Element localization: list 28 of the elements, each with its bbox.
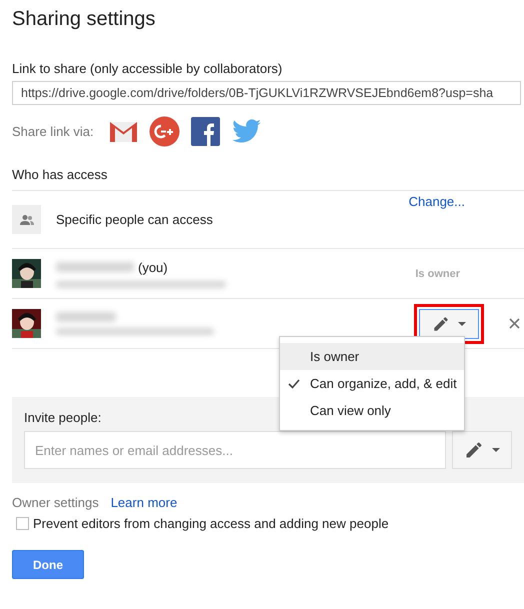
owner-settings-label: Owner settings [12,495,99,510]
caret-icon [492,448,500,452]
change-link[interactable]: Change... [408,194,465,209]
checkbox-label: Prevent editors from changing access and adding new people [33,516,389,531]
redacted-name [56,312,116,322]
caret-icon [458,322,466,326]
role-label: Is owner [415,268,460,280]
you-label: (you) [138,260,168,274]
close-icon[interactable] [509,318,520,329]
dialog-title: Sharing settings [12,8,156,31]
share-via-label: Share link via: [12,124,94,138]
learn-more-link[interactable]: Learn more [110,495,178,510]
menu-item[interactable]: Is owner [280,343,464,370]
invite-label: Invite people: [24,410,102,425]
google-plus-icon [148,116,180,146]
check-icon [288,378,300,388]
facebook-icon [190,116,221,146]
access-heading: Who has access [12,167,524,191]
pencil-icon [464,440,484,460]
invite-field[interactable]: Enter names or email addresses... [24,431,446,469]
access-description: Specific people can access [56,212,213,227]
menu-item[interactable]: Can view only [280,397,464,424]
people-icon [12,205,41,234]
link-field[interactable]: https://drive.google.com/drive/folders/0B-TjGUKLVi1RZWRVSEJEbnd6em8?usp=sha [12,81,521,105]
pencil-icon [432,314,450,332]
link-label: Link to share (only accessible by collaborators) [12,61,284,76]
checkbox[interactable] [16,517,29,530]
menu-item[interactable]: Can organize, add, & edit [280,370,464,397]
